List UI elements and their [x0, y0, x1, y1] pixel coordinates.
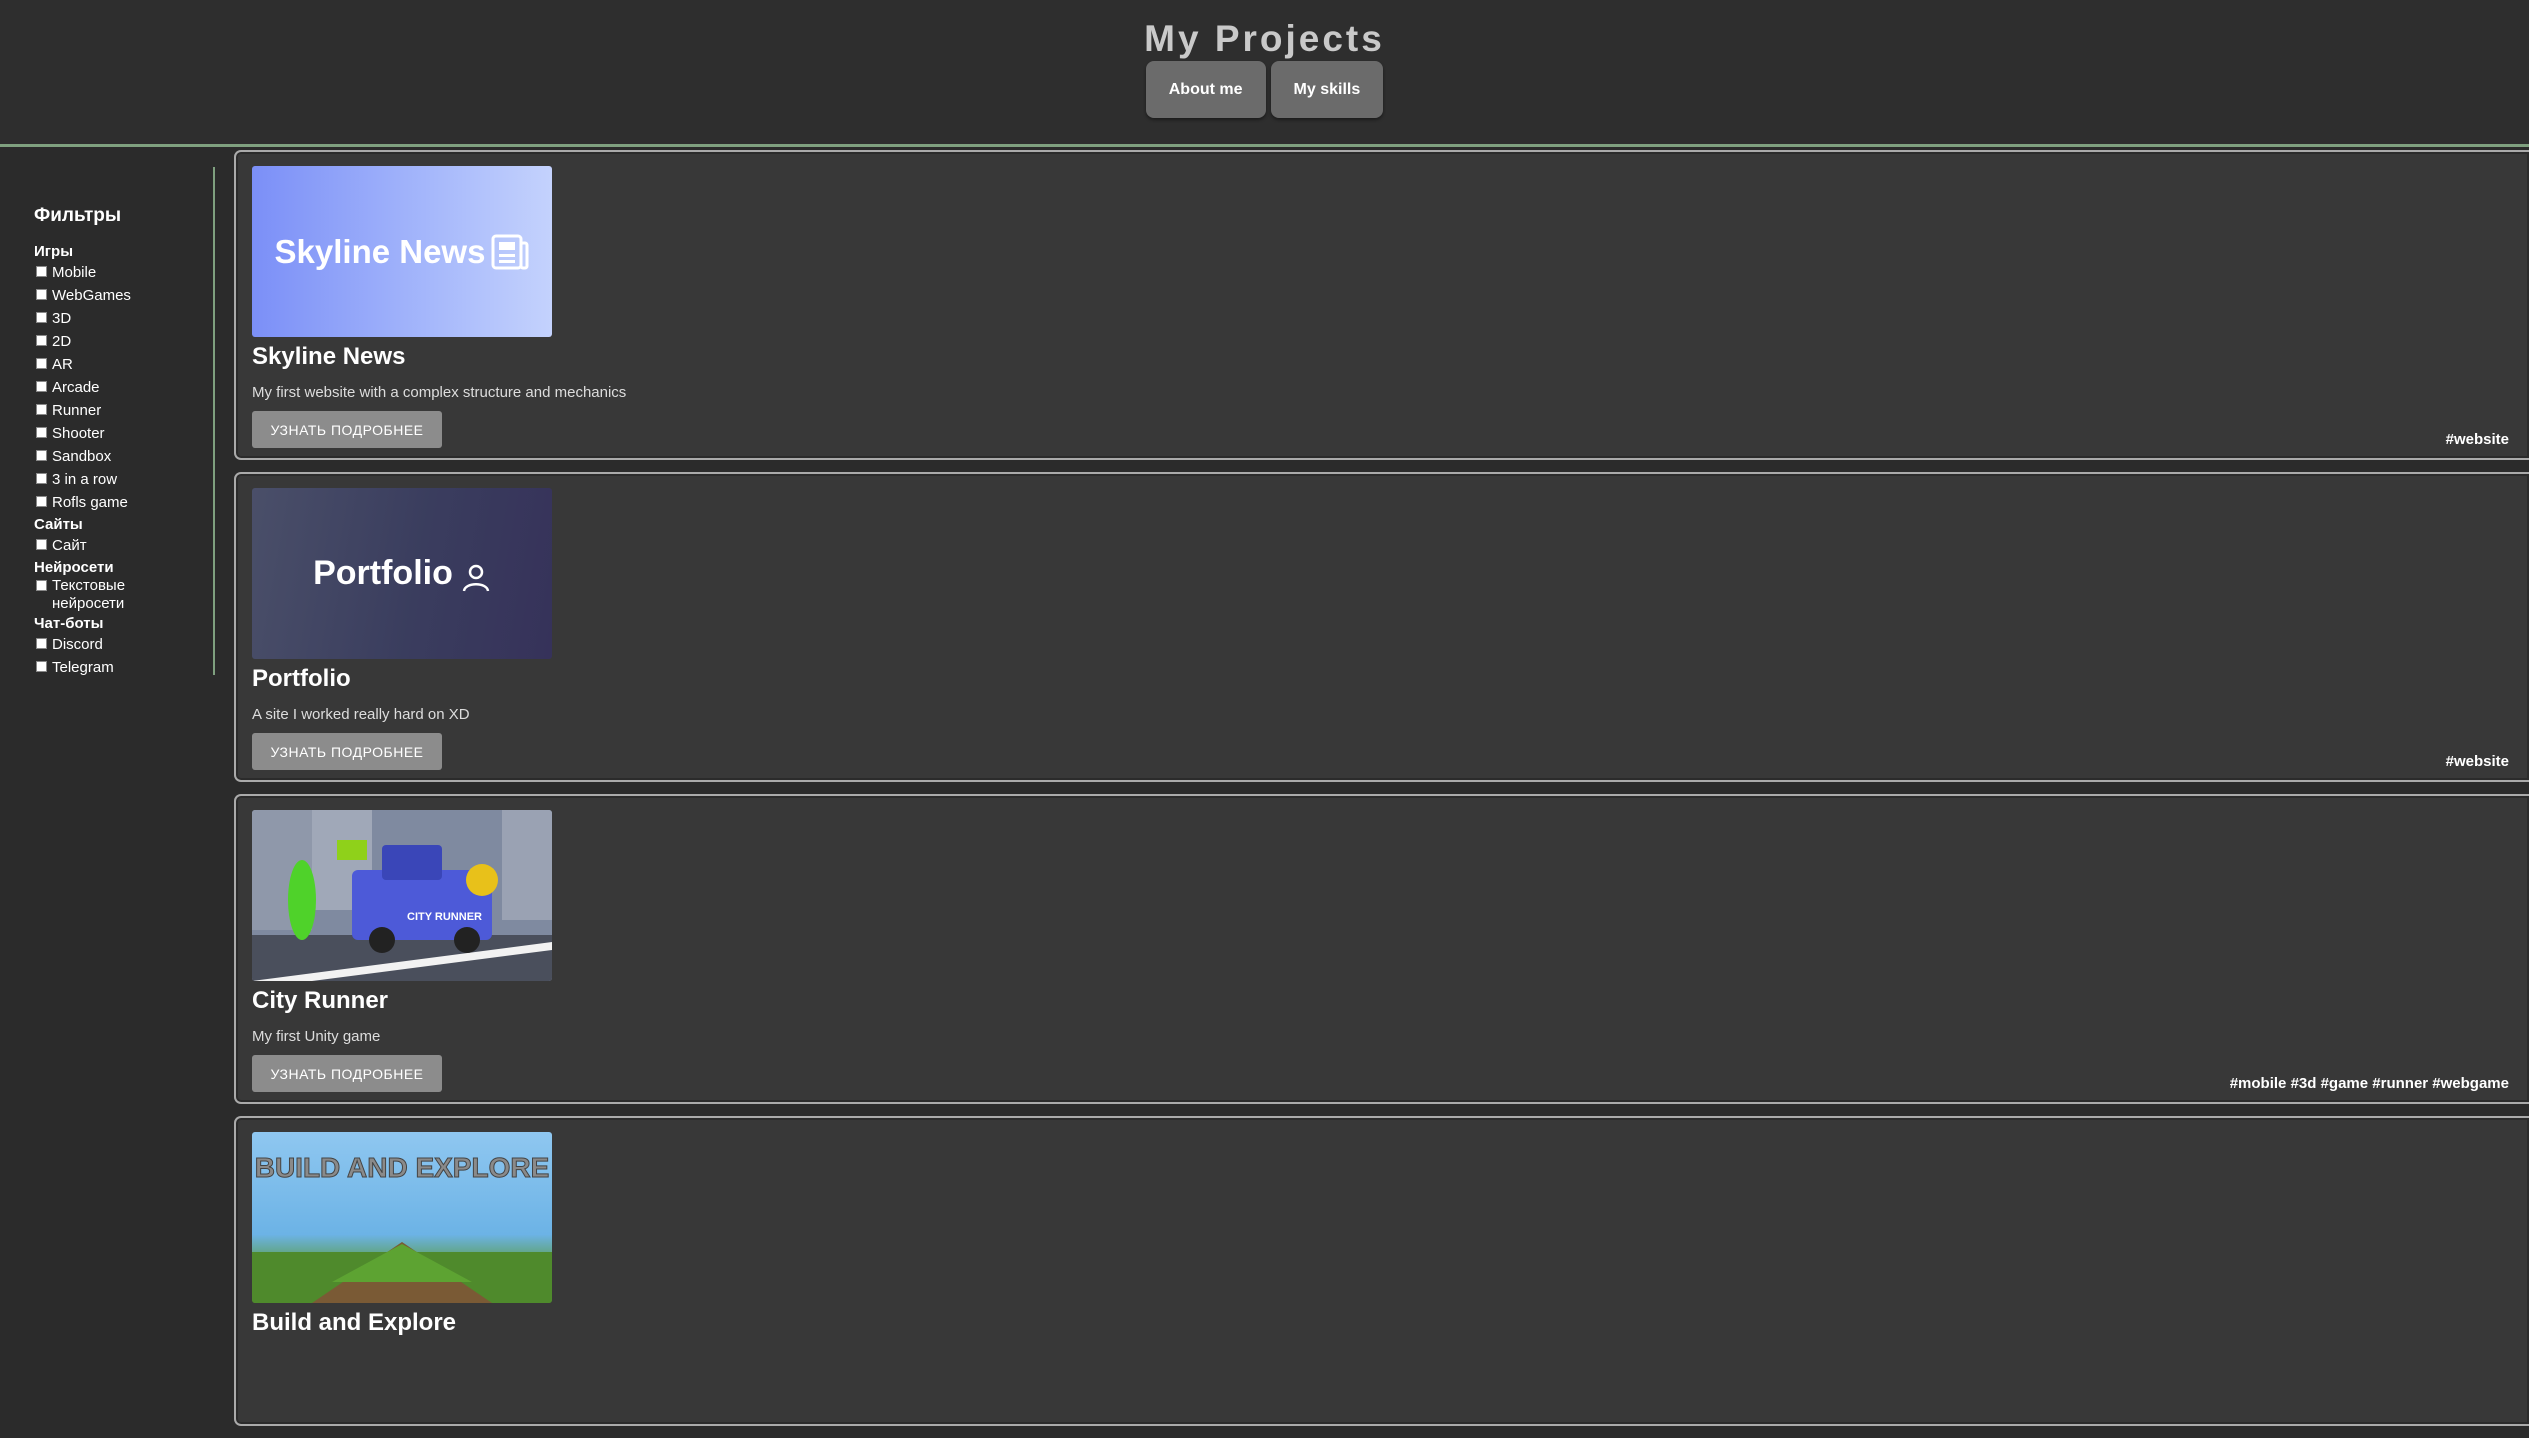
- filter-checkbox[interactable]: [36, 450, 47, 461]
- about-me-button[interactable]: About me: [1145, 61, 1266, 118]
- project-card: BUILD AND EXPLORE Build and Explore: [234, 1116, 2529, 1426]
- filter-label: Arcade: [52, 379, 100, 396]
- filter-3d[interactable]: 3D: [34, 307, 204, 330]
- learn-more-button[interactable]: УЗНАТЬ ПОДРОБНЕЕ: [252, 411, 442, 448]
- filter-group-games: Игры: [34, 243, 74, 260]
- filter-checkbox[interactable]: [36, 580, 47, 591]
- filter-checkbox[interactable]: [36, 358, 47, 369]
- filter-checkbox[interactable]: [36, 427, 47, 438]
- project-card: Skyline News Skyline News My first websi…: [234, 150, 2529, 460]
- project-thumbnail[interactable]: Skyline News: [252, 166, 552, 337]
- my-skills-button[interactable]: My skills: [1270, 61, 1384, 118]
- filters-title: Фильтры: [34, 205, 122, 226]
- project-title: Portfolio: [252, 665, 351, 692]
- filter-checkbox[interactable]: [36, 638, 47, 649]
- project-title: Skyline News: [252, 343, 406, 370]
- filter-webgames[interactable]: WebGames: [34, 284, 204, 307]
- filter-site[interactable]: Сайт: [34, 534, 204, 557]
- user-icon: [462, 564, 490, 591]
- filter-label: 2D: [52, 333, 72, 350]
- project-tags: #website: [2445, 431, 2509, 448]
- filter-sandbox[interactable]: Sandbox: [34, 445, 204, 468]
- filter-group-chatbots: Чат-боты: [34, 615, 104, 632]
- build-and-explore-artwork: BUILD AND EXPLORE: [252, 1152, 552, 1303]
- filter-text-neural[interactable]: Текстовые нейросети: [34, 577, 204, 613]
- thumbnail-text: Skyline News: [274, 232, 486, 270]
- projects-list: Skyline News Skyline News My first websi…: [234, 150, 2529, 1438]
- filter-telegram[interactable]: Telegram: [34, 656, 204, 679]
- newspaper-icon: [491, 234, 529, 269]
- filter-checkbox[interactable]: [36, 335, 47, 346]
- filter-label: Runner: [52, 402, 102, 419]
- filter-label: AR: [52, 356, 73, 373]
- filter-ar[interactable]: AR: [34, 353, 204, 376]
- thumbnail-text: Portfolio: [313, 554, 453, 592]
- project-description: My first Unity game: [252, 1028, 381, 1045]
- project-tags: #website: [2445, 753, 2509, 770]
- filter-runner[interactable]: Runner: [34, 399, 204, 422]
- project-tags: #mobile #3d #game #runner #webgame: [2229, 1075, 2509, 1092]
- filter-checkbox[interactable]: [36, 473, 47, 484]
- filter-label: Mobile: [52, 264, 97, 281]
- filter-group-sites: Сайты: [34, 516, 83, 533]
- filter-discord[interactable]: Discord: [34, 633, 204, 656]
- filter-label: Discord: [52, 636, 103, 653]
- filter-label: Sandbox: [52, 448, 112, 465]
- project-card: CITY RUNNER City Runner My first Unity g…: [234, 794, 2529, 1104]
- filter-label: Текстовые нейросети: [52, 577, 126, 612]
- filter-checkbox[interactable]: [36, 496, 47, 507]
- top-nav: About me My skills: [0, 61, 2529, 118]
- project-title: City Runner: [252, 987, 389, 1014]
- filter-label: 3D: [52, 310, 72, 327]
- page-header: My Projects About me My skills: [0, 0, 2529, 147]
- learn-more-button[interactable]: УЗНАТЬ ПОДРОБНЕЕ: [252, 733, 442, 770]
- filter-label: 3 in a row: [52, 471, 118, 488]
- filter-arcade[interactable]: Arcade: [34, 376, 204, 399]
- filter-group-neural: Нейросети: [34, 559, 114, 576]
- project-description: My first website with a complex structur…: [252, 384, 627, 401]
- filter-mobile[interactable]: Mobile: [34, 261, 204, 284]
- filter-label: Shooter: [52, 425, 105, 442]
- city-runner-artwork: CITY RUNNER: [252, 810, 552, 981]
- filter-checkbox[interactable]: [36, 266, 47, 277]
- filter-2d[interactable]: 2D: [34, 330, 204, 353]
- page-title: My Projects: [1144, 18, 1385, 59]
- learn-more-button[interactable]: УЗНАТЬ ПОДРОБНЕЕ: [252, 1055, 442, 1092]
- filter-checkbox[interactable]: [36, 289, 47, 300]
- filter-shooter[interactable]: Shooter: [34, 422, 204, 445]
- project-title: Build and Explore: [252, 1309, 457, 1336]
- filter-checkbox[interactable]: [36, 312, 47, 323]
- filters-sidebar: Фильтры Игры Mobile WebGames 3D 2D AR Ar…: [0, 167, 215, 676]
- thumbnail-text: CITY RUNNER: [407, 911, 482, 923]
- filter-label: Telegram: [52, 659, 114, 676]
- filters-list: Игры Mobile WebGames 3D 2D AR Arcade Run…: [34, 241, 204, 679]
- filter-label: WebGames: [52, 287, 131, 304]
- project-thumbnail[interactable]: BUILD AND EXPLORE: [252, 1132, 552, 1303]
- thumbnail-text: BUILD AND EXPLORE: [255, 1152, 550, 1183]
- filter-label: Сайт: [52, 537, 87, 554]
- filter-checkbox[interactable]: [36, 404, 47, 415]
- filter-label: Rofls game: [52, 494, 128, 511]
- filter-checkbox[interactable]: [36, 661, 47, 672]
- project-description: A site I worked really hard on XD: [252, 706, 470, 723]
- project-thumbnail[interactable]: Portfolio: [252, 488, 552, 659]
- filter-checkbox[interactable]: [36, 381, 47, 392]
- filter-rofls-game[interactable]: Rofls game: [34, 491, 204, 514]
- filter-checkbox[interactable]: [36, 539, 47, 550]
- filter-3-in-a-row[interactable]: 3 in a row: [34, 468, 204, 491]
- project-thumbnail[interactable]: CITY RUNNER: [252, 810, 552, 981]
- project-card: Portfolio Portfolio A site I worked real…: [234, 472, 2529, 782]
